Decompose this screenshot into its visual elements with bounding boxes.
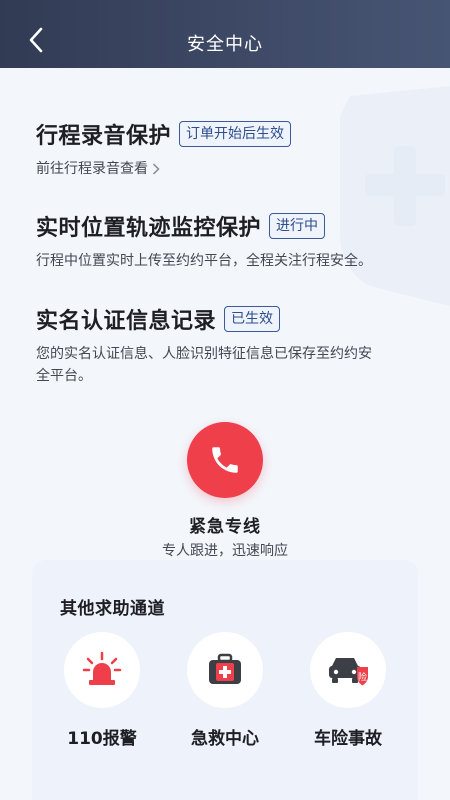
- real-name-section: 实名认证信息记录 已生效 您的实名认证信息、人脸识别特征信息已保存至约约安 全平…: [36, 303, 422, 387]
- page-title: 安全中心: [187, 34, 263, 55]
- first-aid-center-button[interactable]: 急救中心: [187, 632, 263, 749]
- channel-icon-circle: 险: [310, 632, 386, 708]
- location-tracking-section: 实时位置轨迹监控保护 进行中 行程中位置实时上传至约约平台，全程关注行程安全。: [36, 210, 422, 272]
- header-bar: 安全中心: [0, 0, 450, 68]
- channel-label: 车险事故: [314, 729, 382, 749]
- section-title: 实名认证信息记录: [36, 309, 217, 334]
- car-insurance-accident-button[interactable]: 险 车险事故: [310, 632, 386, 749]
- section-title: 行程录音保护: [36, 124, 172, 149]
- status-badge: 进行中: [269, 213, 326, 239]
- emergency-title: 紧急专线: [189, 517, 261, 537]
- description-line: 您的实名认证信息、人脸识别特征信息已保存至约约安: [36, 346, 372, 362]
- recording-protection-section: 行程录音保护 订单开始后生效 前往行程录音查看: [36, 118, 422, 180]
- status-badge: 已生效: [224, 306, 281, 332]
- channel-label: 110报警: [67, 729, 137, 749]
- link-label: 前往行程录音查看: [36, 161, 148, 177]
- view-recording-link[interactable]: 前往行程录音查看: [36, 158, 160, 180]
- emergency-call-button[interactable]: [187, 422, 263, 498]
- insurance-icon-text: 险: [358, 671, 367, 683]
- section-title: 实时位置轨迹监控保护: [36, 216, 262, 241]
- phone-icon: [212, 447, 238, 473]
- emergency-subtitle: 专人跟进，迅速响应: [162, 543, 288, 559]
- section-description: 您的实名认证信息、人脸识别特征信息已保存至约约安 全平台。: [36, 343, 422, 387]
- channel-label: 急救中心: [191, 729, 259, 749]
- police-110-button[interactable]: 110报警: [64, 632, 140, 749]
- description-line: 全平台。: [36, 368, 92, 384]
- channel-icon-circle: [64, 632, 140, 708]
- section-description: 行程中位置实时上传至约约平台，全程关注行程安全。: [36, 253, 372, 269]
- chevron-right-icon: [152, 163, 160, 175]
- car-insurance-icon: 险: [329, 658, 368, 686]
- first-aid-kit-icon: [209, 653, 241, 684]
- police-siren-icon: [82, 651, 122, 685]
- status-badge: 订单开始后生效: [179, 121, 292, 147]
- other-channels-title: 其他求助通道: [60, 599, 165, 619]
- channel-icon-circle: [187, 632, 263, 708]
